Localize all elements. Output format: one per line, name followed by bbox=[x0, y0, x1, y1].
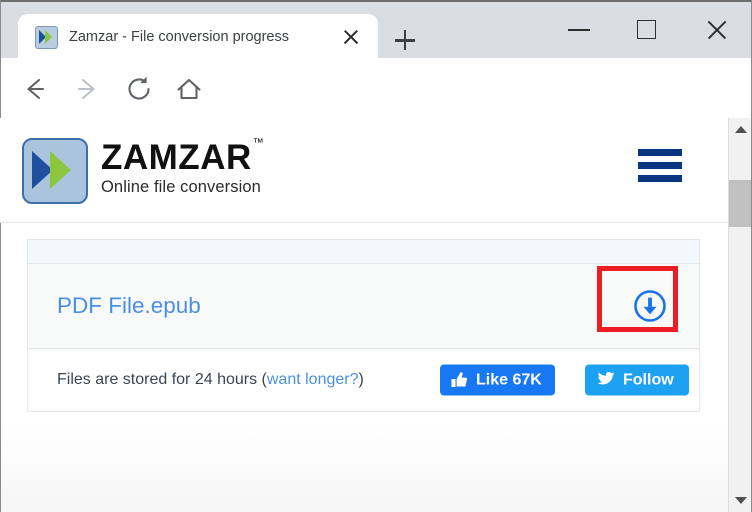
facebook-like-label: Like 67K bbox=[476, 371, 542, 388]
facebook-like-button[interactable]: Like 67K bbox=[440, 364, 555, 396]
reload-icon[interactable] bbox=[122, 72, 156, 106]
storage-notice-text-end: ) bbox=[358, 371, 364, 388]
trademark-symbol: ™ bbox=[252, 137, 265, 150]
home-icon[interactable] bbox=[172, 72, 206, 106]
logo-text-block: ZAMZAR™ Online file conversion bbox=[101, 137, 265, 197]
back-arrow-icon[interactable] bbox=[18, 72, 52, 106]
card-footer: Files are stored for 24 hours (want long… bbox=[28, 349, 699, 411]
forward-arrow-icon bbox=[70, 72, 104, 106]
zamzar-chevrons-icon bbox=[22, 138, 88, 204]
window-minimize-button[interactable] bbox=[556, 10, 602, 50]
want-longer-link[interactable]: want longer? bbox=[267, 371, 359, 388]
new-tab-button[interactable] bbox=[386, 22, 424, 60]
logo-tagline: Online file conversion bbox=[101, 178, 261, 196]
browser-toolbar: zamzar.com/uploadC... bbox=[0, 58, 752, 168]
twitter-follow-button[interactable]: Follow bbox=[585, 364, 689, 396]
twitter-bird-icon bbox=[596, 372, 615, 389]
page-background bbox=[0, 418, 728, 512]
converted-file-link[interactable]: PDF File.epub bbox=[57, 293, 201, 319]
site-logo[interactable]: ZAMZAR™ Online file conversion bbox=[22, 137, 265, 204]
storage-notice-text: Files are stored for 24 hours ( bbox=[57, 371, 267, 388]
page-scrollbar[interactable] bbox=[728, 118, 752, 512]
logo-wordmark-text: ZAMZAR bbox=[101, 138, 252, 177]
card-header-stripe bbox=[28, 240, 699, 264]
download-circle-arrow-icon[interactable] bbox=[633, 289, 667, 323]
window-maximize-button[interactable] bbox=[624, 10, 670, 50]
browser-tab[interactable]: Zamzar - File conversion progress bbox=[18, 14, 378, 60]
zamzar-chevrons-icon bbox=[35, 25, 58, 49]
page-viewport: ZAMZAR™ Online file conversion PDF File.… bbox=[0, 118, 728, 512]
logo-wordmark: ZAMZAR™ bbox=[101, 137, 265, 177]
close-tab-icon[interactable] bbox=[340, 26, 362, 48]
storage-notice: Files are stored for 24 hours (want long… bbox=[57, 371, 364, 389]
tab-title: Zamzar - File conversion progress bbox=[69, 29, 289, 45]
browser-window: Zamzar - File conversion progress ZAMZAR… bbox=[0, 0, 752, 512]
site-header: ZAMZAR™ Online file conversion bbox=[0, 118, 728, 223]
hamburger-menu-icon[interactable] bbox=[638, 149, 682, 183]
window-left-edge bbox=[0, 0, 1, 512]
thumbs-up-icon bbox=[451, 372, 468, 389]
scrollbar-thumb[interactable] bbox=[729, 180, 752, 227]
scrollbar-down-arrow-icon[interactable] bbox=[729, 490, 752, 512]
conversion-card: PDF File.epub Files are stored for 24 ho… bbox=[27, 239, 700, 412]
window-close-button[interactable] bbox=[694, 10, 740, 50]
twitter-follow-label: Follow bbox=[623, 371, 674, 388]
title-bar: Zamzar - File conversion progress bbox=[0, 0, 752, 60]
scrollbar-up-arrow-icon[interactable] bbox=[729, 118, 752, 140]
table-row: PDF File.epub bbox=[28, 264, 699, 349]
